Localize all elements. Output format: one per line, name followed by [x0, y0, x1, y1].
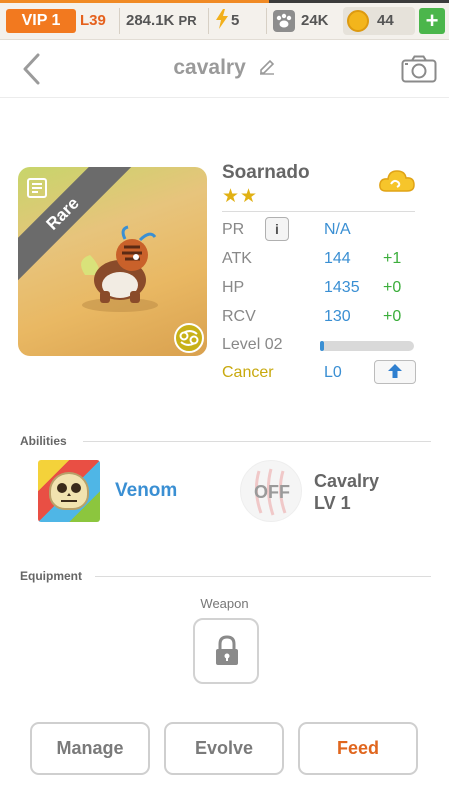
skill-state: OFF	[254, 482, 290, 502]
power-value: 284.1K	[126, 12, 175, 29]
coin-value: 44	[377, 12, 394, 29]
level-label: Level 02	[222, 336, 283, 353]
feed-button[interactable]: Feed	[298, 722, 418, 775]
skill-name: Cavalry	[314, 471, 380, 491]
page-title-wrap: cavalry	[0, 40, 449, 96]
coin-counter[interactable]: 44	[343, 7, 415, 35]
rcv-bonus: +0	[383, 308, 402, 325]
hp-label: HP	[222, 279, 245, 296]
atk-bonus: +1	[383, 250, 402, 267]
skill-info: Cavalry LV 1	[314, 470, 379, 514]
level-progress-bar	[320, 341, 414, 351]
add-coins-button[interactable]: +	[419, 8, 445, 34]
page-header: cavalry	[0, 40, 449, 98]
power-unit: PR	[178, 13, 197, 28]
power-rating: 284.1K PR	[126, 9, 197, 33]
camera-icon[interactable]	[401, 55, 437, 83]
element-level: L0	[324, 364, 342, 381]
coin-icon	[347, 10, 369, 32]
divider	[266, 8, 267, 34]
cloud-element-icon	[379, 170, 415, 192]
weapon-label: Weapon	[200, 596, 249, 611]
atk-label: ATK	[222, 250, 252, 267]
edit-name-icon[interactable]	[258, 58, 276, 76]
upgrade-element-button[interactable]	[374, 360, 416, 384]
atk-value: 144	[324, 250, 351, 267]
abilities-section-title: Abilities	[20, 434, 67, 448]
energy-counter[interactable]: 5	[215, 9, 239, 33]
monster-portrait-card[interactable]: Rare	[18, 167, 207, 356]
weapon-slot[interactable]	[193, 618, 259, 684]
lock-icon	[216, 635, 238, 665]
venom-ability-icon[interactable]	[38, 460, 100, 522]
hp-bonus: +0	[383, 279, 402, 296]
top-status-bar: VIP 1 L39 284.1K PR 5 24K 44 +	[0, 0, 449, 40]
lightning-icon	[216, 9, 228, 29]
manage-button[interactable]: Manage	[30, 722, 150, 775]
pr-label: PR	[222, 221, 245, 238]
stats-divider	[222, 211, 415, 212]
equipment-divider	[95, 576, 431, 577]
cancer-zodiac-icon	[174, 323, 204, 353]
skill-toggle[interactable]: OFF	[240, 460, 302, 522]
energy-value: 5	[231, 12, 240, 29]
player-level: L39	[80, 12, 106, 29]
ability-name[interactable]: Venom	[115, 480, 177, 502]
hp-value: 1435	[324, 279, 360, 296]
divider	[208, 8, 209, 34]
page-title: cavalry	[173, 56, 246, 79]
vip-badge[interactable]: VIP 1	[6, 9, 76, 33]
paw-food-icon	[273, 10, 295, 32]
energy-progress-fill	[0, 0, 270, 3]
monster-name: Soarnado	[222, 162, 310, 183]
rarity-stars: ★★	[222, 186, 259, 207]
abilities-divider	[83, 441, 431, 442]
food-value[interactable]: 24K	[301, 9, 329, 33]
level-progress-fill	[320, 341, 324, 351]
rcv-value: 130	[324, 308, 351, 325]
skill-level: LV 1	[314, 493, 351, 513]
evolve-button[interactable]: Evolve	[164, 722, 284, 775]
skull-icon	[49, 472, 89, 510]
pr-value: N/A	[324, 221, 351, 238]
document-icon[interactable]	[26, 177, 48, 199]
info-icon[interactable]: i	[265, 217, 289, 241]
energy-progress-track	[0, 0, 449, 3]
equipment-section-title: Equipment	[20, 569, 82, 583]
rcv-label: RCV	[222, 308, 256, 325]
divider	[119, 8, 120, 34]
element-label: Cancer	[222, 364, 274, 381]
monster-sprite	[81, 225, 158, 312]
arrow-up-icon	[388, 364, 402, 378]
